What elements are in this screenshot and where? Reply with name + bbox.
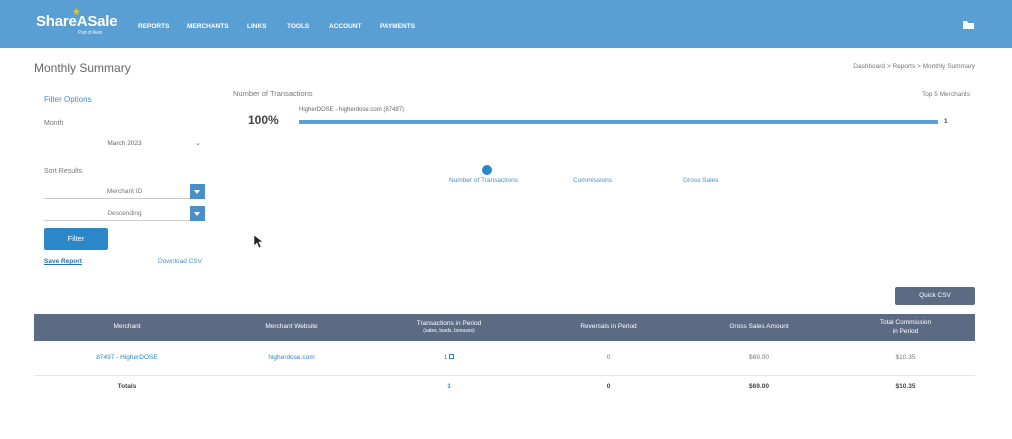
active-metric-dot[interactable] xyxy=(482,165,492,175)
top-nav-bar: ShareASale ★ Part of Awin REPORTS MERCHA… xyxy=(0,0,1012,48)
breadcrumb[interactable]: Dashboard > Reports > Monthly Summary xyxy=(853,63,975,70)
filter-options-title: Filter Options xyxy=(44,95,92,104)
filter-button[interactable]: Filter xyxy=(44,228,108,250)
external-link-icon[interactable] xyxy=(449,354,455,360)
metric-number-of-transactions[interactable]: Number of Transactions xyxy=(449,177,518,184)
col-label: Gross Sales Amount xyxy=(729,323,789,331)
sort-by-select[interactable]: Merchant ID xyxy=(44,184,205,199)
cell-merchant: 87497 - HigherDOSE xyxy=(34,341,220,376)
quick-csv-button[interactable]: Quick CSV xyxy=(895,287,975,305)
nav-account[interactable]: ACCOUNT xyxy=(329,23,380,30)
cell-website: higherdose.com xyxy=(220,341,363,376)
nav-reports[interactable]: REPORTS xyxy=(138,23,187,30)
logo-subtitle: Part of Awin xyxy=(78,30,103,36)
col-label: Reversals in Period xyxy=(580,323,637,331)
sort-by-value: Merchant ID xyxy=(106,188,143,195)
col-merchant[interactable]: Merchant xyxy=(34,314,220,341)
sort-order-value: Descending xyxy=(107,210,142,217)
sort-results-label: Sort Results xyxy=(44,168,83,175)
col-label: Transactions in Period xyxy=(416,320,482,328)
summary-table: Merchant Merchant Website Transactions i… xyxy=(34,314,975,397)
col-reversals[interactable]: Reversals in Period xyxy=(535,314,682,341)
table-header-row: Merchant Merchant Website Transactions i… xyxy=(34,314,975,341)
nav-tools[interactable]: TOOLS xyxy=(287,23,329,30)
col-gross-sales[interactable]: Gross Sales Amount xyxy=(682,314,836,341)
bar-track xyxy=(299,120,938,124)
shareasale-logo[interactable]: ShareASale ★ Part of Awin xyxy=(36,7,118,36)
page-title: Monthly Summary xyxy=(34,61,131,75)
totals-empty xyxy=(220,375,363,397)
col-sublabel: (sales, leads, bonuses) xyxy=(423,328,475,335)
totals-gross: $69.00 xyxy=(749,382,769,390)
totals-label: Totals xyxy=(117,382,137,390)
folder-icon[interactable] xyxy=(963,21,974,29)
dropdown-arrow-icon[interactable] xyxy=(190,184,205,199)
cell-commission: $10.35 xyxy=(836,341,975,376)
transactions-link[interactable]: 1 xyxy=(444,354,448,361)
totals-transactions-link[interactable]: 1 xyxy=(447,383,451,390)
dropdown-arrow-icon[interactable] xyxy=(190,206,205,221)
cell-gross: $69.00 xyxy=(682,341,836,376)
bar-count: 1 xyxy=(944,118,948,125)
metric-commissions[interactable]: Commissions xyxy=(573,177,612,184)
totals-row: Totals 1 0 $69.00 $10.35 xyxy=(34,375,975,397)
col-total-commission[interactable]: Total Commission in Period xyxy=(836,314,975,341)
table-row: 87497 - HigherDOSE higherdose.com 1 0 $6… xyxy=(34,341,975,376)
cell-transactions: 1 xyxy=(363,341,535,376)
nav-links[interactable]: LINKS xyxy=(247,23,287,30)
bar-fill xyxy=(299,120,938,124)
chevron-down-icon: ⌄ xyxy=(195,140,201,147)
save-report-link[interactable]: Save Report xyxy=(44,258,82,265)
totals-commission: $10.35 xyxy=(895,382,916,390)
main-nav: REPORTS MERCHANTS LINKS TOOLS ACCOUNT PA… xyxy=(138,23,415,30)
col-merchant-website[interactable]: Merchant Website xyxy=(220,314,363,341)
col-label: Merchant xyxy=(113,323,141,331)
star-icon: ★ xyxy=(72,7,81,18)
website-link[interactable]: higherdose.com xyxy=(268,354,314,361)
bar-percent: 100% xyxy=(248,113,279,127)
metric-gross-sales[interactable]: Gross Sales xyxy=(683,177,718,184)
month-value: March 2023 xyxy=(107,140,142,147)
chart-title: Number of Transactions xyxy=(233,89,313,98)
download-csv-link[interactable]: Download CSV xyxy=(158,258,202,265)
col-transactions[interactable]: Transactions in Period (sales, leads, bo… xyxy=(363,314,535,341)
totals-reversals: 0 xyxy=(606,382,611,390)
totals-transactions: 1 xyxy=(363,375,535,397)
nav-payments[interactable]: PAYMENTS xyxy=(380,23,415,30)
cell-reversals: 0 xyxy=(535,341,682,376)
top-merchants-label: Top 5 Merchants xyxy=(921,91,970,98)
month-label: Month xyxy=(44,120,64,127)
month-select[interactable]: March 2023 ⌄ xyxy=(44,137,205,151)
mouse-cursor-icon xyxy=(254,235,264,249)
nav-merchants[interactable]: MERCHANTS xyxy=(187,23,247,30)
merchant-link[interactable]: 87497 - HigherDOSE xyxy=(96,354,157,361)
col-sublabel: in Period xyxy=(892,327,919,335)
sort-order-select[interactable]: Descending xyxy=(44,206,205,221)
col-label: Merchant Website xyxy=(265,323,318,331)
col-label: Total Commission xyxy=(879,319,932,327)
bar-merchant-label: HigherDOSE - higherdose.com (87497) xyxy=(299,107,405,113)
